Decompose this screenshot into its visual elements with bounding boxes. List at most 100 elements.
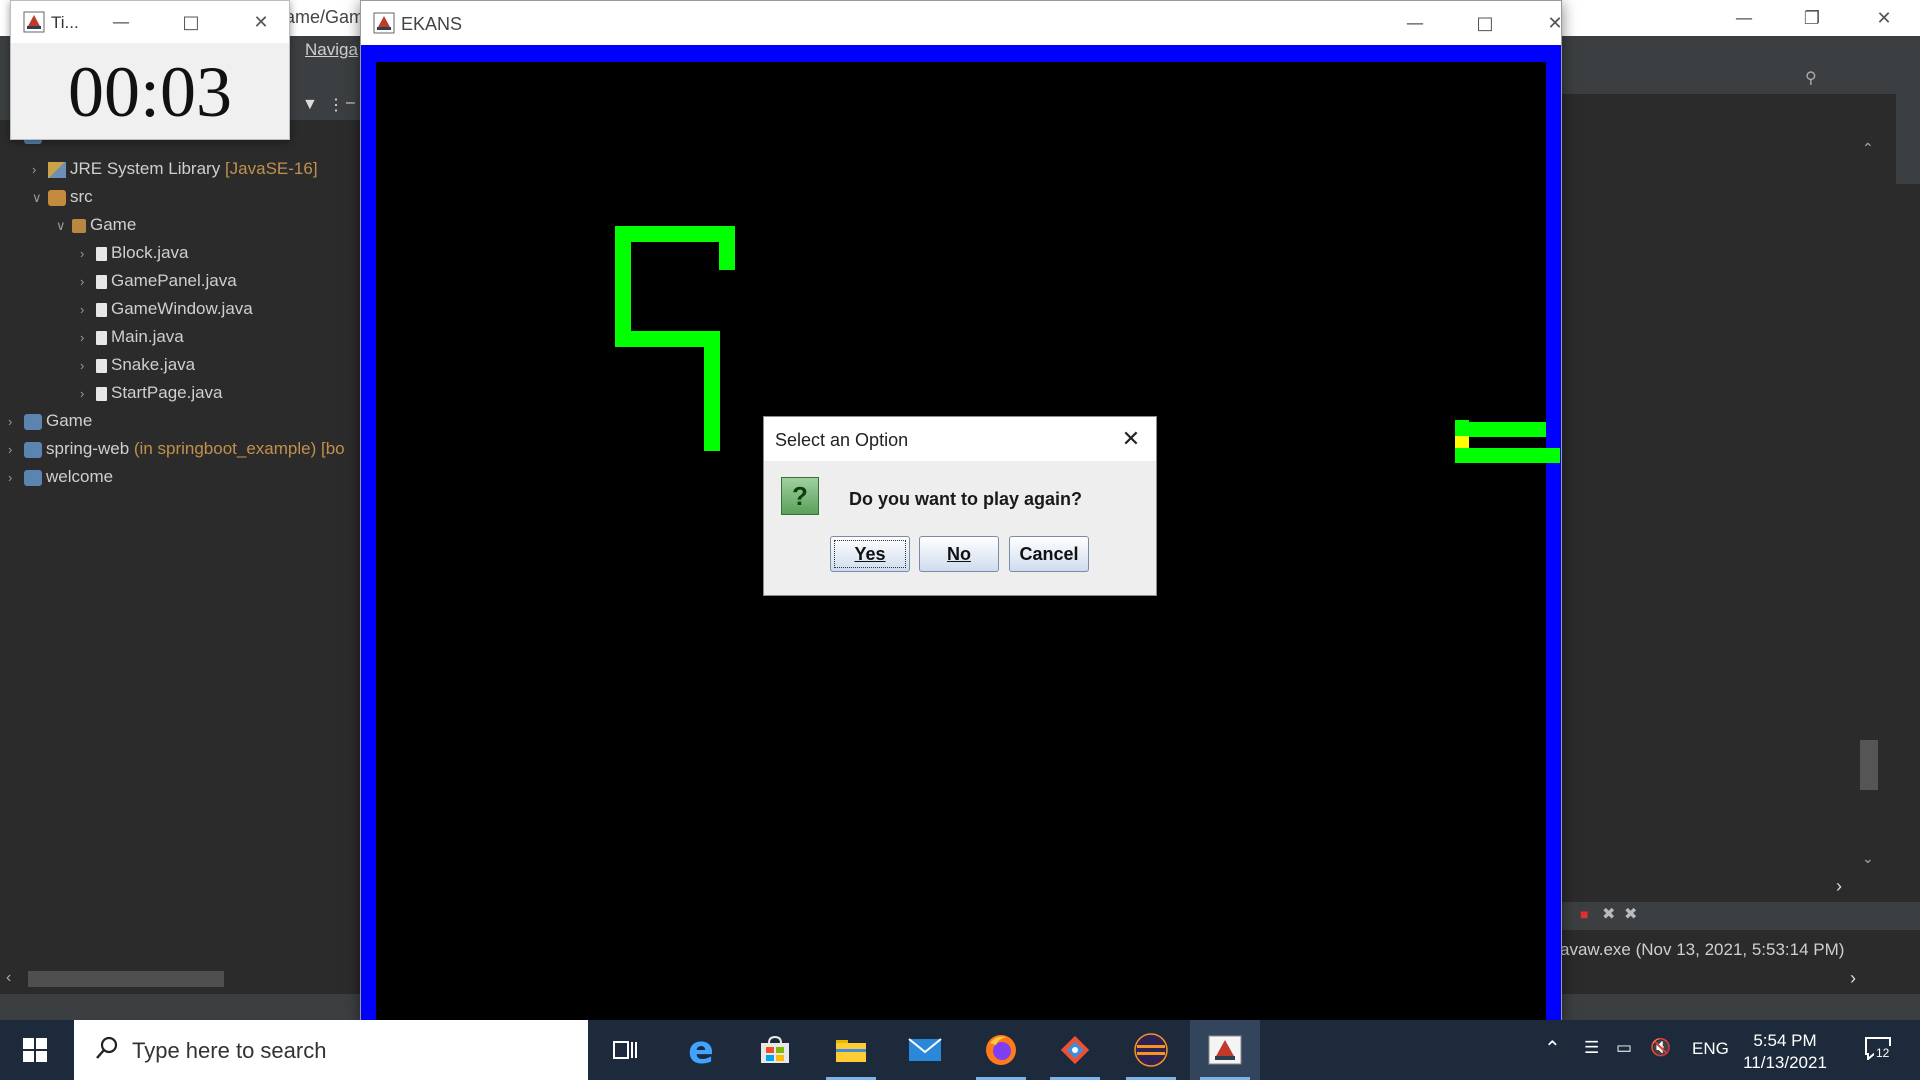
- view-menu-icon[interactable]: ⋮: [328, 95, 344, 115]
- tree-file-gamepanel[interactable]: › GamePanel.java: [80, 268, 237, 294]
- tree-label: Game: [46, 411, 93, 430]
- chevron-right-icon[interactable]: ›: [1836, 876, 1842, 897]
- chevron-right-icon[interactable]: ›: [80, 269, 96, 295]
- eclipse-restore-button[interactable]: ❐: [1784, 0, 1840, 36]
- timer-window: Ti... — □ ✕ 00:03: [10, 0, 290, 140]
- tree-label: welcome: [46, 467, 114, 486]
- java-file-icon: [96, 358, 107, 373]
- java-app-icon: [23, 11, 45, 33]
- snake-segment: [719, 226, 735, 270]
- tree-file-block[interactable]: › Block.java: [80, 240, 188, 266]
- tree-src-folder[interactable]: ∨ src: [32, 184, 93, 210]
- timer-display: 00:03: [67, 52, 232, 132]
- search-icon: [96, 1036, 118, 1059]
- store-icon[interactable]: [740, 1020, 810, 1080]
- library-icon: [48, 161, 66, 178]
- java-app-taskbar-icon[interactable]: [1190, 1020, 1260, 1080]
- edge-icon[interactable]: e: [666, 1020, 736, 1080]
- notification-count: 12: [1874, 1046, 1892, 1060]
- taskbar-search-box[interactable]: Type here to search: [74, 1020, 588, 1080]
- eclipse-minimize-button[interactable]: —: [1716, 0, 1772, 36]
- tree-file-snake[interactable]: › Snake.java: [80, 352, 195, 378]
- task-view-icon[interactable]: [590, 1020, 660, 1080]
- dialog-message: Do you want to play again?: [849, 489, 1083, 509]
- windows-logo-icon: [23, 1038, 47, 1062]
- filter-icon[interactable]: ▼: [302, 96, 318, 114]
- no-button[interactable]: No: [919, 536, 999, 572]
- chevron-left-icon[interactable]: ‹: [6, 969, 11, 987]
- eclipse-icon[interactable]: [1116, 1020, 1186, 1080]
- snake-segment: [704, 331, 720, 451]
- chevron-down-icon[interactable]: ∨: [56, 213, 72, 239]
- search-icon[interactable]: ⚲: [1805, 68, 1817, 88]
- editor-vertical-scrollbar[interactable]: ⌃ ⌄: [1858, 140, 1880, 870]
- terminate-icon[interactable]: ■: [1580, 906, 1588, 922]
- java-file-icon: [96, 386, 107, 401]
- tree-label: spring-web: [46, 439, 130, 458]
- tree-decoration: (in springboot_example) [bo: [133, 439, 345, 458]
- notification-center-icon[interactable]: 12: [1860, 1032, 1896, 1068]
- play-again-dialog: Select an Option ✕ ? Do you want to play…: [763, 416, 1157, 596]
- project-icon: [24, 413, 42, 430]
- scrollbar-thumb[interactable]: [28, 971, 224, 987]
- tree-project-game[interactable]: › Game: [8, 408, 92, 434]
- ekans-maximize-button[interactable]: □: [1457, 1, 1513, 45]
- clock[interactable]: 5:54 PM 11/13/2021: [1740, 1030, 1830, 1074]
- firefox-icon[interactable]: [966, 1020, 1036, 1080]
- eclipse-close-button[interactable]: ✕: [1856, 0, 1912, 36]
- tree-project-welcome[interactable]: › welcome: [8, 464, 113, 490]
- file-explorer-icon[interactable]: [816, 1020, 886, 1080]
- tree-file-main[interactable]: › Main.java: [80, 324, 184, 350]
- tree-label: Block.java: [111, 243, 189, 262]
- package-icon: [72, 218, 86, 233]
- chevron-right-icon[interactable]: ›: [80, 381, 96, 407]
- ekans-close-button[interactable]: ✕: [1527, 1, 1583, 45]
- chevron-right-icon[interactable]: ›: [8, 409, 24, 435]
- tree-jre-library[interactable]: › JRE System Library [JavaSE-16]: [32, 156, 318, 182]
- yes-button[interactable]: Yes: [830, 536, 910, 572]
- tree-file-startpage[interactable]: › StartPage.java: [80, 380, 223, 406]
- chevron-down-icon[interactable]: ⌄: [1862, 850, 1874, 867]
- mail-icon[interactable]: [890, 1020, 960, 1080]
- tree-project-spring-web[interactable]: › spring-web (in springboot_example) [bo: [8, 436, 345, 462]
- timer-minimize-button[interactable]: —: [93, 1, 149, 43]
- chevron-right-icon[interactable]: ›: [1850, 968, 1856, 989]
- menu-navigate[interactable]: Naviga: [305, 40, 358, 60]
- network-icon[interactable]: ☰: [1584, 1038, 1599, 1058]
- chevron-up-icon[interactable]: ⌃: [1544, 1036, 1561, 1061]
- tree-label: JRE System Library: [70, 159, 221, 178]
- chevron-up-icon[interactable]: ⌃: [1862, 140, 1874, 157]
- remove-launch-icon[interactable]: ✖: [1602, 904, 1615, 924]
- chevron-right-icon[interactable]: ›: [8, 465, 24, 491]
- console-horizontal-scrollbar[interactable]: ›: [1560, 968, 1900, 990]
- chevron-right-icon[interactable]: ›: [80, 241, 96, 267]
- git-icon[interactable]: [1040, 1020, 1110, 1080]
- minimize-view-icon[interactable]: –: [346, 94, 355, 112]
- snake-segment: [1455, 448, 1560, 463]
- tree-file-gamewindow[interactable]: › GameWindow.java: [80, 296, 253, 322]
- java-app-icon: [373, 12, 395, 34]
- chevron-right-icon[interactable]: ›: [80, 297, 96, 323]
- chevron-right-icon[interactable]: ›: [80, 325, 96, 351]
- package-explorer: ∨Actual ›JRE System Library [JavaSE-16] …: [0, 120, 360, 970]
- battery-icon[interactable]: ▭: [1616, 1038, 1632, 1058]
- language-indicator[interactable]: ENG: [1692, 1039, 1729, 1059]
- tree-label: Main.java: [111, 327, 184, 346]
- snake-segment: [615, 226, 735, 242]
- explorer-horizontal-scrollbar[interactable]: ‹: [0, 968, 360, 990]
- timer-titlebar: Ti... — □ ✕: [11, 1, 289, 43]
- chevron-right-icon[interactable]: ›: [8, 437, 24, 463]
- chevron-down-icon[interactable]: ∨: [32, 185, 48, 211]
- remove-all-icon[interactable]: ✖: [1624, 904, 1637, 924]
- ekans-minimize-button[interactable]: —: [1387, 1, 1443, 45]
- chevron-right-icon[interactable]: ›: [32, 157, 48, 183]
- dialog-close-button[interactable]: ✕: [1114, 423, 1148, 455]
- cancel-button[interactable]: Cancel: [1009, 536, 1089, 572]
- volume-muted-icon[interactable]: 🔇: [1650, 1038, 1671, 1058]
- chevron-right-icon[interactable]: ›: [80, 353, 96, 379]
- scrollbar-thumb[interactable]: [1860, 740, 1878, 790]
- timer-close-button[interactable]: ✕: [233, 1, 289, 43]
- tree-package-game[interactable]: ∨ Game: [56, 212, 136, 238]
- timer-maximize-button[interactable]: □: [163, 1, 219, 43]
- start-button[interactable]: [0, 1020, 70, 1080]
